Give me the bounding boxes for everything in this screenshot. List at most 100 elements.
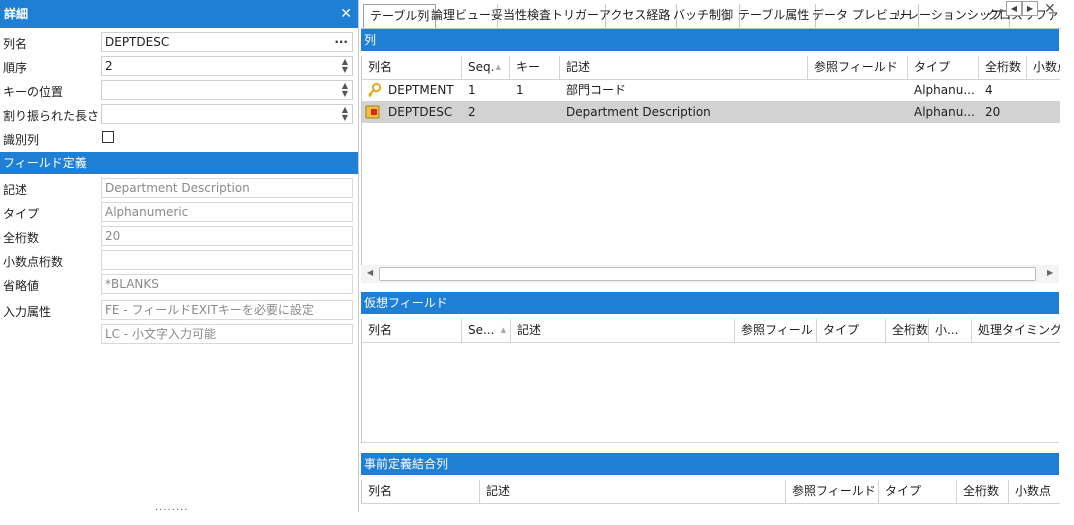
join-grid-header: 列名 記述 参照フィールド タイプ 全桁数 小数点 <box>362 480 1060 504</box>
column-header-seq[interactable]: Seq. ▲ <box>462 56 510 79</box>
property-label: 順序 <box>3 61 28 75</box>
column-header-description[interactable]: 記述 <box>480 480 786 503</box>
column-name-value: DEPTDESC <box>105 35 170 49</box>
property-label: 識別列 <box>3 133 40 147</box>
field-label: 記述 <box>3 183 28 197</box>
cell-description: Department Description <box>566 105 711 119</box>
horizontal-scrollbar[interactable]: ◀ ▶ <box>361 265 1059 283</box>
decimals-field <box>101 250 353 270</box>
allocated-length-stepper[interactable]: ▲ ▼ <box>101 104 353 124</box>
property-label: 割り振られた長さ <box>3 109 100 123</box>
type-field: Alphanumeric <box>101 202 353 222</box>
tab-scroll-right-icon[interactable]: ▶ <box>1022 1 1038 16</box>
spin-arrows-icon[interactable]: ▲ ▼ <box>342 58 348 74</box>
column-header-seq[interactable]: Se... ▲ <box>462 319 511 342</box>
length-field: 20 <box>101 226 353 246</box>
column-header-seq-label: Seq. <box>468 60 495 74</box>
field-label: 小数点桁数 <box>3 255 64 269</box>
column-header-seq-label: Se... <box>468 323 495 337</box>
key-icon <box>366 82 382 101</box>
field-label: 全桁数 <box>3 231 40 245</box>
column-header-length[interactable]: 全桁数 <box>979 56 1027 79</box>
field-definition-header: フィールド定義 <box>0 152 358 174</box>
cell-key: 1 <box>516 83 524 97</box>
tab-table-attributes[interactable]: テーブル属性 <box>732 4 817 28</box>
column-name-field[interactable]: DEPTDESC ··· <box>101 32 353 52</box>
field-row-type: タイプ Alphanumeric <box>0 201 358 224</box>
predefined-join-header: 事前定義結合列 <box>361 453 1059 475</box>
column-header-decimals[interactable]: 小... <box>929 319 972 342</box>
tab-access-paths[interactable]: アクセス経路 <box>593 4 678 28</box>
tab-scroll-left-icon[interactable]: ◀ <box>1006 1 1022 16</box>
detail-panel-title: 詳細 <box>4 7 29 21</box>
sort-ascending-icon: ▲ <box>500 326 506 334</box>
field-row-description: 記述 Department Description <box>0 177 358 200</box>
field-row-input-attr-2: LC - 小文字入力可能 <box>0 323 358 346</box>
tab-validation-triggers[interactable]: 妥当性検査トリガー <box>485 4 607 28</box>
column-header-decimals[interactable]: 小数点 <box>1009 480 1060 503</box>
detail-panel-header: 詳細 ✕ <box>0 0 358 28</box>
sort-ascending-icon: ▲ <box>495 63 501 71</box>
column-header-type[interactable]: タイプ <box>879 480 957 503</box>
virtual-fields-header: 仮想フィールド <box>361 292 1059 314</box>
cell-type: Alphanu... <box>914 83 975 97</box>
table-row[interactable]: DEPTDESC 2 Department Description Alphan… <box>362 101 1060 123</box>
sequence-stepper[interactable]: 2 ▲ ▼ <box>101 56 353 76</box>
input-attribute-field: FE - フィールドEXITキーを必要に設定 <box>101 300 353 320</box>
tab-batch-control[interactable]: バッチ制御 <box>667 4 741 28</box>
property-row-column-name: 列名 DEPTDESC ··· <box>0 31 358 54</box>
scrollbar-thumb[interactable] <box>379 267 1036 281</box>
cell-decimals <box>1027 101 1060 123</box>
cell-length: 20 <box>985 105 1001 119</box>
column-header-timing[interactable]: 処理タイミング <box>972 319 1060 342</box>
column-header-key[interactable]: キー <box>510 56 560 79</box>
column-header-reference-field[interactable]: 参照フィールド <box>786 480 879 503</box>
scroll-right-icon[interactable]: ▶ <box>1047 268 1053 277</box>
column-header-reference-field[interactable]: 参照フィールド <box>735 319 817 342</box>
column-header-name[interactable]: 列名 <box>362 319 462 342</box>
cell-seq: 2 <box>468 105 476 119</box>
column-header-decimals[interactable]: 小数点 <box>1027 56 1060 79</box>
field-label: 省略値 <box>3 279 40 293</box>
field-row-input-attr: 入力属性 FE - フィールドEXITキーを必要に設定 <box>0 299 358 322</box>
columns-section-header: 列 <box>361 29 1059 51</box>
column-header-length[interactable]: 全桁数 <box>957 480 1009 503</box>
close-icon[interactable]: ✕ <box>340 0 352 28</box>
ellipsis-button[interactable]: ··· <box>334 33 348 51</box>
column-header-type[interactable]: タイプ <box>817 319 886 342</box>
cell-key <box>510 101 560 123</box>
column-icon <box>365 104 381 123</box>
cell-reference-field <box>808 101 908 123</box>
column-header-description[interactable]: 記述 <box>560 56 808 79</box>
spin-arrows-icon[interactable]: ▲ ▼ <box>342 82 348 98</box>
property-row-key-position: キーの位置 ▲ ▼ <box>0 79 358 102</box>
property-label: 列名 <box>3 37 28 51</box>
property-row-identity: 識別列 <box>0 127 358 150</box>
cell-name: DEPTMENT <box>388 83 454 97</box>
cell-length: 4 <box>985 83 993 97</box>
cell-type: Alphanu... <box>914 105 975 119</box>
field-label: 入力属性 <box>3 305 52 319</box>
resize-grip[interactable]: ........ <box>155 502 188 513</box>
default-value-field: *BLANKS <box>101 274 353 294</box>
close-icon[interactable]: ✕ <box>1044 1 1056 17</box>
column-header-reference-field[interactable]: 参照フィールド <box>808 56 908 79</box>
columns-grid-header: 列名 Seq. ▲ キー 記述 参照フィールド タイプ 全桁数 小数点 <box>362 56 1060 80</box>
cell-name: DEPTDESC <box>388 105 453 119</box>
column-header-name[interactable]: 列名 <box>362 56 462 79</box>
property-label: キーの位置 <box>3 85 64 99</box>
spin-arrows-icon[interactable]: ▲ ▼ <box>342 106 348 122</box>
cell-decimals <box>1027 79 1060 101</box>
column-header-length[interactable]: 全桁数 <box>886 319 929 342</box>
virtual-grid-header: 列名 Se... ▲ 記述 参照フィールド タイプ 全桁数 小... 処理タイミ… <box>362 319 1060 343</box>
column-header-name[interactable]: 列名 <box>362 480 480 503</box>
table-row[interactable]: DEPTMENT 1 1 部門コード Alphanu... 4 <box>362 79 1060 101</box>
column-header-type[interactable]: タイプ <box>908 56 979 79</box>
key-position-stepper[interactable]: ▲ ▼ <box>101 80 353 100</box>
cell-seq: 1 <box>468 83 476 97</box>
column-header-description[interactable]: 記述 <box>511 319 735 342</box>
scroll-left-icon[interactable]: ◀ <box>367 268 373 277</box>
identity-checkbox[interactable] <box>102 131 114 143</box>
sequence-value: 2 <box>105 59 113 73</box>
virtual-fields-grid: 列名 Se... ▲ 記述 参照フィールド タイプ 全桁数 小... 処理タイミ… <box>361 319 1060 443</box>
